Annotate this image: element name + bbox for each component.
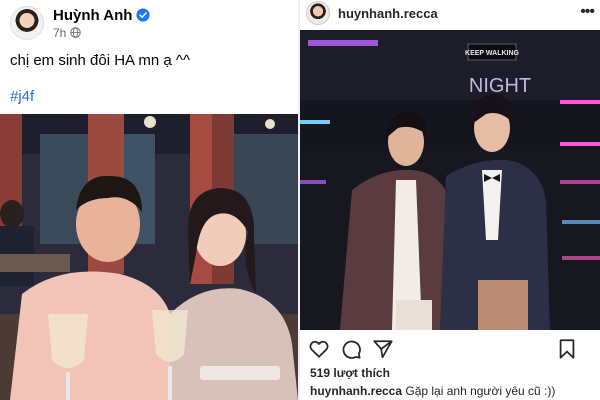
restaurant-photo-illustration: [0, 114, 298, 400]
post-actions: [308, 338, 592, 360]
share-icon[interactable]: [372, 338, 394, 360]
hashtag-link[interactable]: #j4f: [10, 88, 34, 105]
keep-walking-sign: KEEP WALKING: [465, 50, 519, 57]
caption-username[interactable]: huynhanh.recca: [310, 384, 402, 398]
user-avatar[interactable]: [306, 1, 330, 25]
post-caption: chị em sinh đôi HA mn ạ ^^: [10, 52, 190, 69]
post-time-row: 7h: [53, 26, 150, 40]
comment-icon[interactable]: [340, 338, 362, 360]
bookmark-icon[interactable]: [556, 338, 578, 360]
verified-badge-icon: [136, 8, 150, 22]
post-photo[interactable]: KEEP WALKING NIGHT: [300, 30, 600, 330]
event-photo-illustration: KEEP WALKING NIGHT: [300, 30, 600, 330]
username[interactable]: huynhanh.recca: [338, 6, 438, 21]
caption-text: Gặp lại anh người yêu cũ :)): [405, 384, 556, 398]
more-icon[interactable]: •••: [580, 3, 595, 21]
facebook-post: Huỳnh Anh 7h chị em sinh đôi HA mn ạ ^^ …: [0, 0, 298, 400]
post-time[interactable]: 7h: [53, 26, 66, 40]
likes-count[interactable]: 519 lượt thích: [310, 366, 390, 380]
neon-night-text: NIGHT: [469, 75, 531, 97]
author-avatar[interactable]: [10, 6, 44, 40]
post-header: Huỳnh Anh 7h: [10, 6, 150, 40]
author-row: Huỳnh Anh: [53, 7, 150, 24]
caption: huynhanh.recca Gặp lại anh người yêu cũ …: [310, 384, 555, 398]
post-header: huynhanh.recca •••: [306, 0, 598, 26]
post-photo[interactable]: [0, 114, 298, 400]
post-meta: Huỳnh Anh 7h: [53, 7, 150, 40]
instagram-post: huynhanh.recca ••• KEEP WALKING NIGHT 51…: [300, 0, 600, 400]
author-name[interactable]: Huỳnh Anh: [53, 7, 132, 24]
heart-icon[interactable]: [308, 338, 330, 360]
globe-icon: [70, 27, 82, 38]
